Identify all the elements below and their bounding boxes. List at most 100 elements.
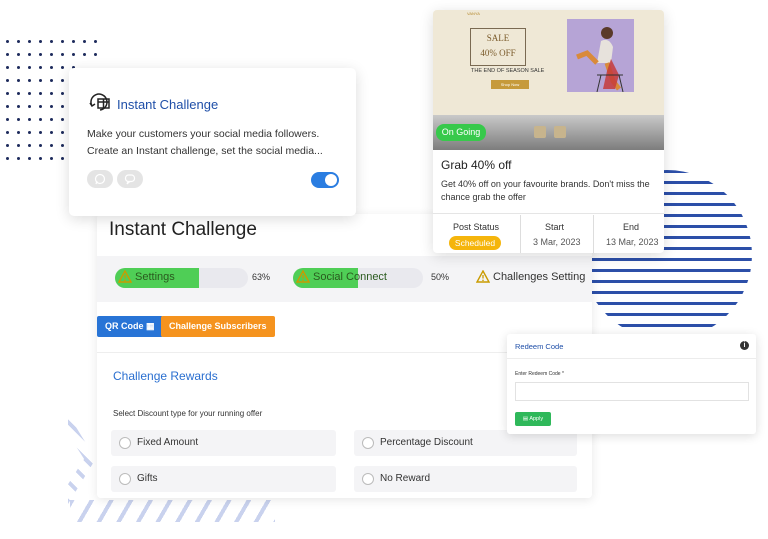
dot [50, 157, 53, 160]
status-badge-scheduled: Scheduled [449, 236, 501, 250]
radio-button[interactable] [119, 437, 131, 449]
warning-icon [296, 270, 310, 283]
qr-code-label: QR Code [105, 321, 144, 331]
dot [28, 53, 31, 56]
dot [17, 40, 20, 43]
dot [28, 157, 31, 160]
progress-social-connect-percent: 50% [431, 272, 450, 282]
dot [61, 92, 64, 95]
whatsapp-chip[interactable] [87, 170, 113, 188]
dot [6, 92, 9, 95]
dot [61, 118, 64, 121]
divider [593, 215, 594, 253]
promo-description: Get 40% off on your favourite brands. Do… [441, 179, 650, 202]
dot [61, 40, 64, 43]
dot [39, 118, 42, 121]
dot [6, 53, 9, 56]
gift-timer-icon [89, 93, 110, 111]
dot [83, 53, 86, 56]
dot [50, 131, 53, 134]
dot [17, 105, 20, 108]
reward-option-label: Fixed Amount [137, 437, 199, 448]
challenge-enabled-toggle[interactable] [311, 172, 339, 188]
dot [61, 66, 64, 69]
dot [6, 118, 9, 121]
radio-button[interactable] [362, 437, 374, 449]
dot [17, 79, 20, 82]
status-badge-ongoing: On Going [436, 124, 486, 141]
dot [39, 53, 42, 56]
sale-frame: SALE 40% OFF [470, 28, 526, 66]
dot [6, 157, 9, 160]
dot [17, 157, 20, 160]
apply-button[interactable]: ▤ Apply [515, 412, 551, 426]
diagonal-stripe-decoration [70, 500, 275, 522]
shop-now-button: Shop Now [491, 80, 529, 89]
radio-button[interactable] [362, 473, 374, 485]
post-status-label: Post Status [453, 222, 500, 232]
document-icon [554, 126, 566, 138]
dot [39, 131, 42, 134]
redeem-title: Redeem Code [515, 342, 564, 351]
dot [61, 131, 64, 134]
end-value: 13 Mar, 2023 [606, 237, 659, 247]
dot [28, 131, 31, 134]
end-label: End [623, 222, 640, 232]
model-photo [567, 19, 634, 92]
dot [6, 79, 9, 82]
dot [28, 92, 31, 95]
dot [94, 40, 97, 43]
qr-code-button[interactable]: QR Code ▦ [97, 316, 163, 337]
dot [17, 118, 20, 121]
model-figure-icon [567, 19, 634, 92]
banner-brand: VANYA [467, 11, 480, 16]
dot [28, 66, 31, 69]
dot [50, 144, 53, 147]
dot [6, 66, 9, 69]
sale-subtitle: THE END OF SEASON SALE [471, 68, 545, 74]
promo-banner-image: VANYA SALE 40% OFF THE END OF SEASON SAL… [433, 10, 664, 115]
progress-social-connect-label: Social Connect [313, 271, 387, 283]
dot [72, 40, 75, 43]
whatsapp-icon [94, 173, 106, 185]
dot [39, 66, 42, 69]
chat-bubble-icon [124, 174, 136, 185]
progress-settings[interactable]: Settings [115, 268, 248, 288]
reward-option-no-reward[interactable]: No Reward [354, 466, 577, 492]
progress-challenges-setting[interactable]: Challenges Setting [473, 268, 592, 288]
divider [520, 215, 521, 253]
reward-option-gifts[interactable]: Gifts [111, 466, 336, 492]
dot [50, 40, 53, 43]
dot [6, 40, 9, 43]
start-value: 3 Mar, 2023 [533, 237, 581, 247]
progress-social-connect[interactable]: Social Connect [293, 268, 423, 288]
redeem-code-input[interactable] [515, 382, 749, 401]
dot [39, 157, 42, 160]
rewards-title: Challenge Rewards [113, 369, 218, 383]
dot [50, 66, 53, 69]
dot [61, 105, 64, 108]
progress-challenges-setting-label: Challenges Setting [493, 271, 586, 283]
setup-progress-strip: Settings 63% Social Connect 50% Challeng… [97, 256, 592, 302]
sale-line-1: SALE [486, 33, 510, 43]
dot [72, 53, 75, 56]
dot [6, 131, 9, 134]
dot [17, 92, 20, 95]
radio-button[interactable] [119, 473, 131, 485]
dot [50, 79, 53, 82]
dot [83, 40, 86, 43]
dot [61, 53, 64, 56]
promo-campaign-card[interactable]: VANYA SALE 40% OFF THE END OF SEASON SAL… [433, 10, 664, 253]
dot [50, 53, 53, 56]
dot [50, 118, 53, 121]
instant-challenge-card[interactable]: Instant Challenge Make your customers yo… [69, 68, 356, 216]
toggle-knob [325, 174, 337, 186]
info-icon[interactable]: i [740, 341, 749, 350]
progress-settings-label: Settings [135, 271, 175, 283]
reward-option-fixed-amount[interactable]: Fixed Amount [111, 430, 336, 456]
dot [50, 92, 53, 95]
instant-challenge-title: Instant Challenge [117, 97, 219, 112]
chat-chip[interactable] [117, 170, 143, 188]
phone-icon [534, 126, 546, 138]
challenge-subscribers-button[interactable]: Challenge Subscribers [161, 316, 275, 337]
